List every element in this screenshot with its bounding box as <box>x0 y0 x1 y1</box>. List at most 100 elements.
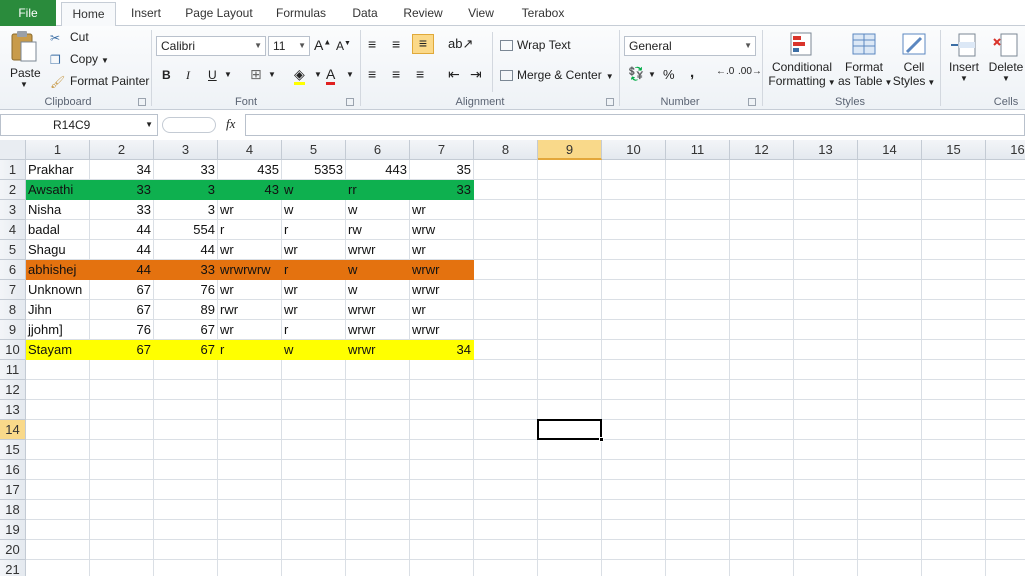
tab-data[interactable]: Data <box>344 0 386 26</box>
cell[interactable] <box>986 400 1025 420</box>
cell[interactable] <box>794 160 858 180</box>
row-header[interactable]: 1 <box>0 160 26 180</box>
cell[interactable] <box>346 460 410 480</box>
cell[interactable] <box>474 280 538 300</box>
cell[interactable]: 67 <box>90 340 154 360</box>
cell[interactable] <box>474 420 538 440</box>
cell[interactable] <box>986 520 1025 540</box>
cell[interactable] <box>346 480 410 500</box>
cell[interactable] <box>90 440 154 460</box>
cell[interactable] <box>538 560 602 576</box>
cell[interactable] <box>666 480 730 500</box>
cell[interactable] <box>538 160 602 180</box>
row-header[interactable]: 13 <box>0 400 26 420</box>
cell[interactable] <box>602 320 666 340</box>
cell[interactable] <box>410 520 474 540</box>
cell[interactable] <box>602 260 666 280</box>
cell[interactable] <box>26 520 90 540</box>
number-launcher-icon[interactable] <box>748 98 756 106</box>
column-header[interactable]: 6 <box>346 140 410 160</box>
column-header[interactable]: 7 <box>410 140 474 160</box>
cell[interactable] <box>218 540 282 560</box>
cell[interactable] <box>986 320 1025 340</box>
cell[interactable] <box>858 320 922 340</box>
cell[interactable] <box>922 320 986 340</box>
cell[interactable] <box>858 500 922 520</box>
chevron-down-icon[interactable]: ▼ <box>648 70 656 79</box>
cell[interactable]: wr <box>282 280 346 300</box>
alignment-launcher-icon[interactable] <box>606 98 614 106</box>
cell[interactable] <box>730 260 794 280</box>
cell[interactable] <box>90 560 154 576</box>
cell[interactable]: 67 <box>154 320 218 340</box>
cell[interactable] <box>794 360 858 380</box>
chevron-down-icon[interactable]: ▼ <box>314 70 322 79</box>
cell[interactable] <box>474 380 538 400</box>
cell[interactable] <box>666 520 730 540</box>
cell[interactable] <box>282 400 346 420</box>
cut-button[interactable]: ✂ Cut <box>50 30 89 45</box>
cell[interactable] <box>90 420 154 440</box>
cell[interactable] <box>154 460 218 480</box>
cell[interactable] <box>474 160 538 180</box>
cell[interactable] <box>410 460 474 480</box>
chevron-down-icon[interactable]: ▼ <box>224 70 232 79</box>
cell[interactable] <box>986 480 1025 500</box>
cell[interactable] <box>410 440 474 460</box>
cell[interactable] <box>666 280 730 300</box>
cell[interactable] <box>90 480 154 500</box>
cell[interactable] <box>922 520 986 540</box>
cell[interactable]: badal <box>26 220 90 240</box>
row-header[interactable]: 7 <box>0 280 26 300</box>
cell[interactable] <box>730 160 794 180</box>
cell[interactable] <box>538 520 602 540</box>
cell[interactable]: 33 <box>410 180 474 200</box>
cell[interactable] <box>986 540 1025 560</box>
cell[interactable] <box>794 240 858 260</box>
cell[interactable] <box>858 260 922 280</box>
cell[interactable] <box>730 500 794 520</box>
cell[interactable]: wr <box>218 200 282 220</box>
cell[interactable]: 67 <box>90 280 154 300</box>
cell[interactable] <box>922 360 986 380</box>
cell[interactable]: 76 <box>154 280 218 300</box>
cell[interactable] <box>538 360 602 380</box>
cell[interactable]: Prakhar <box>26 160 90 180</box>
cell[interactable]: 33 <box>90 180 154 200</box>
cell[interactable] <box>794 320 858 340</box>
cell[interactable] <box>154 420 218 440</box>
accounting-icon[interactable]: 💱 <box>628 66 644 82</box>
cell[interactable] <box>730 460 794 480</box>
cell[interactable]: r <box>282 320 346 340</box>
cell[interactable] <box>986 340 1025 360</box>
cell[interactable] <box>666 540 730 560</box>
cell[interactable] <box>986 160 1025 180</box>
cell[interactable] <box>26 420 90 440</box>
cell[interactable] <box>666 460 730 480</box>
cell[interactable] <box>346 520 410 540</box>
row-header[interactable]: 6 <box>0 260 26 280</box>
cell[interactable] <box>154 500 218 520</box>
cell[interactable] <box>666 320 730 340</box>
cell[interactable] <box>666 260 730 280</box>
cell[interactable] <box>986 460 1025 480</box>
cell[interactable] <box>474 200 538 220</box>
row-header[interactable]: 5 <box>0 240 26 260</box>
cell[interactable] <box>346 380 410 400</box>
cell[interactable] <box>26 400 90 420</box>
cell[interactable] <box>218 420 282 440</box>
cell[interactable] <box>986 260 1025 280</box>
cell[interactable] <box>154 400 218 420</box>
cell[interactable]: 34 <box>90 160 154 180</box>
cell[interactable]: w <box>346 280 410 300</box>
cell[interactable]: r <box>218 340 282 360</box>
cell[interactable] <box>602 500 666 520</box>
cell[interactable] <box>474 400 538 420</box>
cell[interactable] <box>26 480 90 500</box>
cell[interactable] <box>218 480 282 500</box>
cell[interactable]: wrw <box>410 220 474 240</box>
row-header[interactable]: 2 <box>0 180 26 200</box>
increase-indent-icon[interactable]: ⇥ <box>470 66 482 83</box>
grow-font-button[interactable]: A▲ <box>314 37 331 53</box>
cell[interactable] <box>794 180 858 200</box>
